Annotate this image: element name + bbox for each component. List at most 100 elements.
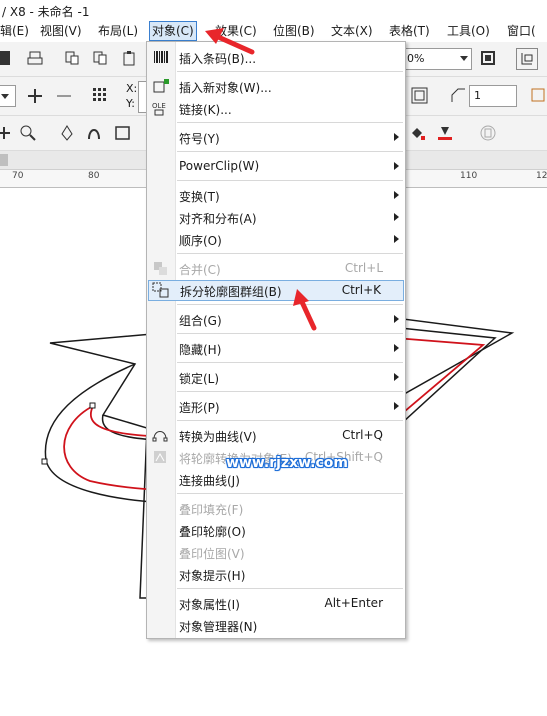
menu-item-shaping[interactable]: 造形(P) [147,396,405,416]
menu-item-label: 合并(C) [179,263,221,277]
frame-icon[interactable] [411,87,428,104]
menu-item-label: 转换为曲线(V) [179,430,257,444]
watermark-text: www.rjzxw.com [226,455,348,471]
preset-combo[interactable] [0,85,16,107]
menu-item-object-hints[interactable]: 对象提示(H) [147,564,405,584]
menu-item-label: 组合(G) [179,314,222,328]
menu-item-label: 插入新对象(W)... [179,81,272,95]
copy-icon[interactable] [92,50,108,66]
ole-link-icon: OLE [152,102,166,116]
y-label: Y: [126,97,135,110]
menu-object[interactable]: 对象(C) [149,21,197,41]
menu-separator [177,304,403,305]
rectangle-tool-icon[interactable] [115,125,131,141]
remove-preset-icon[interactable] [56,88,72,104]
menu-item-align-distribute[interactable]: 对齐和分布(A) [147,207,405,227]
interactive-fill-icon[interactable] [437,125,453,141]
menu-item-label: 叠印填充(F) [179,503,244,517]
menu-bar: 辑(E) 视图(V) 布局(L) 对象(C) 效果(C) 位图(B) 文本(X)… [0,20,547,42]
menu-window[interactable]: 窗口( [505,22,538,40]
menu-item-label: 隐藏(H) [179,343,222,357]
disabled-tool-icon[interactable] [480,125,496,141]
menu-separator [177,362,403,363]
menu-item-lock[interactable]: 锁定(L) [147,367,405,387]
menu-item-transform[interactable]: 变换(T) [147,185,405,205]
document-tab[interactable] [0,154,8,166]
transform-tool-icon[interactable] [0,125,12,141]
menu-item-label: 变换(T) [179,190,220,204]
menu-tools[interactable]: 工具(O) [445,22,492,40]
menu-item-label: 连接曲线(J) [179,474,240,488]
menu-item-join-curves[interactable]: 连接曲线(J) [147,469,405,489]
menu-item-group[interactable]: 组合(G) [147,309,405,329]
artistic-media-icon[interactable] [86,125,102,141]
object-menu-dropdown: 插入条码(B)... 插入新对象(W)... OLE 链接(K)... 符号(Y… [146,41,406,639]
menu-item-label: 对齐和分布(A) [179,212,257,226]
menu-bitmaps[interactable]: 位图(B) [271,22,317,40]
menu-item-label: 对象提示(H) [179,569,246,583]
menu-edit[interactable]: 辑(E) [0,22,31,40]
submenu-arrow-icon [394,162,399,170]
menu-item-order[interactable]: 顺序(O) [147,229,405,249]
snap-to-icon[interactable] [516,48,538,70]
menu-item-label: 符号(Y) [179,132,220,146]
menu-item-break-contour-group[interactable]: 拆分轮廓图群组(B) Ctrl+K [148,280,404,301]
zoom-level-combo[interactable]: 0% [404,48,472,70]
menu-layout[interactable]: 布局(L) [96,22,140,40]
menu-item-object-properties[interactable]: 对象属性(I) Alt+Enter [147,593,405,613]
menu-item-label: 对象属性(I) [179,598,240,612]
print-icon[interactable] [27,50,43,66]
corner-icon[interactable] [450,87,466,103]
menu-item-hide[interactable]: 隐藏(H) [147,338,405,358]
menu-item-object-manager[interactable]: 对象管理器(N) [147,615,405,635]
submenu-arrow-icon [394,344,399,352]
menu-item-overprint-outline[interactable]: 叠印轮廓(O) [147,520,405,540]
menu-item-label: 对象管理器(N) [179,620,258,634]
pen-tool-icon[interactable] [59,125,75,141]
zoom-tool-icon[interactable] [20,125,36,141]
outline-width-field[interactable]: 1 [469,85,517,107]
menu-separator [177,122,403,123]
add-preset-icon[interactable] [27,88,43,104]
chevron-down-icon [1,94,9,99]
menu-item-overprint-fill[interactable]: 叠印填充(F) [147,498,405,518]
menu-item-label: 造形(P) [179,401,220,415]
submenu-arrow-icon [394,191,399,199]
menu-separator [177,420,403,421]
cut-icon[interactable] [64,50,80,66]
menu-separator [177,71,403,72]
svg-text:OLE: OLE [152,102,166,110]
submenu-arrow-icon [394,373,399,381]
title-bar: / X8 - 未命名 -1 [0,0,547,20]
menu-separator [177,391,403,392]
fill-tool-icon[interactable] [409,125,425,141]
menu-item-overprint-bitmap[interactable]: 叠印位图(V) [147,542,405,562]
full-screen-icon[interactable] [480,50,496,66]
menu-item-powerclip[interactable]: PowerClip(W) [147,156,405,176]
menu-separator [177,151,403,152]
menu-item-combine[interactable]: 合并(C) Ctrl+L [147,258,405,278]
paste-icon[interactable] [121,50,137,66]
menu-effects[interactable]: 效果(C) [213,22,259,40]
convert-to-curves-icon [152,431,168,442]
menu-item-insert-barcode[interactable]: 插入条码(B)... [147,47,405,67]
menu-separator [177,180,403,181]
save-icon[interactable] [0,51,10,65]
menu-item-label: 插入条码(B)... [179,52,257,66]
object-origin-icon[interactable] [92,87,108,103]
menu-table[interactable]: 表格(T) [387,22,432,40]
menu-view[interactable]: 视图(V) [38,22,84,40]
ruler-icon[interactable] [530,87,546,103]
x-label: X: [126,82,138,95]
menu-item-link[interactable]: OLE 链接(K)... [147,98,405,118]
menu-item-shortcut: Ctrl+K [341,283,381,297]
menu-item-symbol[interactable]: 符号(Y) [147,127,405,147]
menu-item-label: 链接(K)... [179,103,232,117]
submenu-arrow-icon [394,315,399,323]
menu-item-convert-to-curves[interactable]: 转换为曲线(V) Ctrl+Q [147,425,405,445]
menu-text[interactable]: 文本(X) [329,22,375,40]
menu-item-insert-new-object[interactable]: 插入新对象(W)... [147,76,405,96]
window-title: / X8 - 未命名 -1 [2,5,90,19]
break-apart-icon [152,282,169,298]
submenu-arrow-icon [394,402,399,410]
